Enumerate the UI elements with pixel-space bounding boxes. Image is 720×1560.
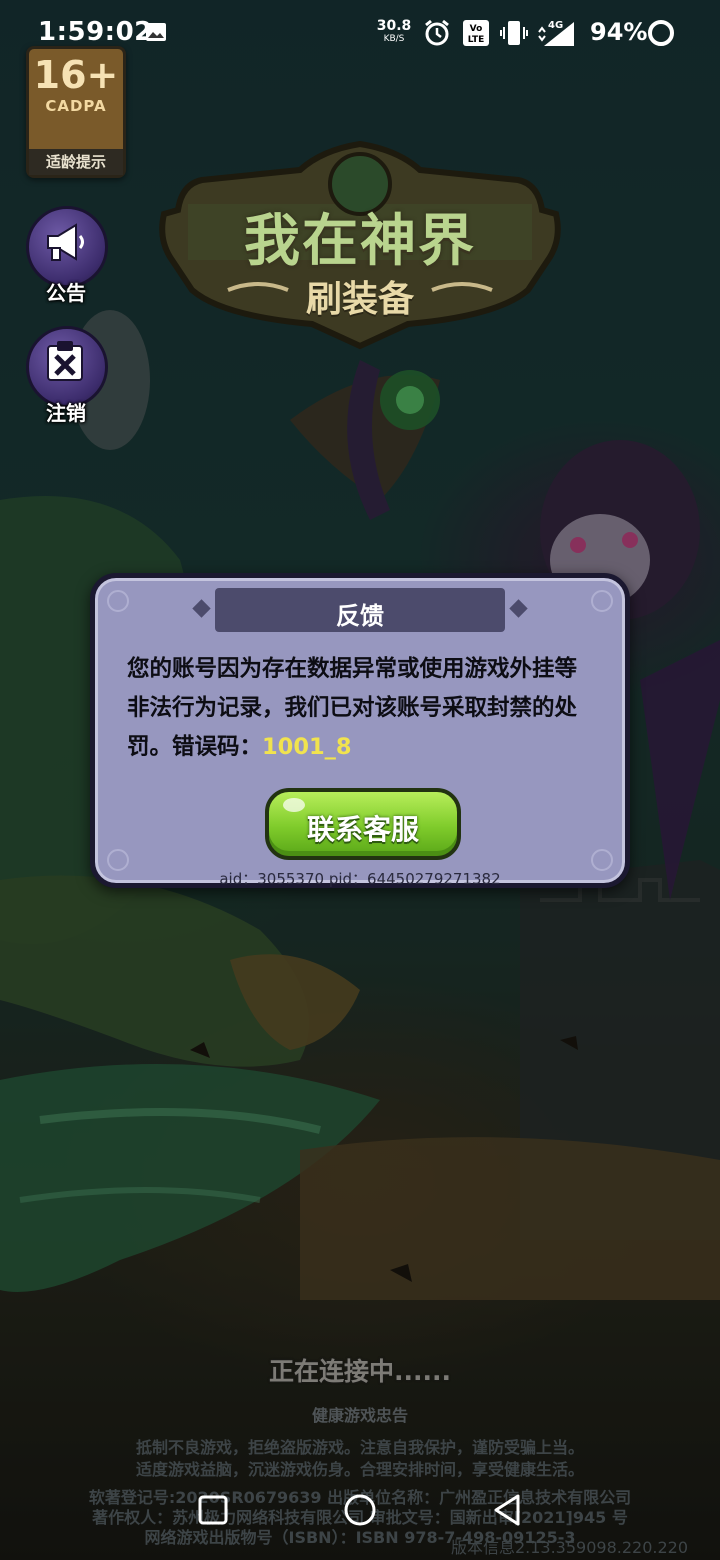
contact-support-label: 联系客服: [306, 813, 419, 846]
alarm-icon: [425, 19, 449, 46]
megaphone-icon: [47, 223, 84, 261]
dialog-message: 您的账号因为存在数据异常或使用游戏外挂等非法行为记录，我们已对该账号采取封禁的处…: [127, 650, 597, 767]
dialog-title: 反馈: [336, 602, 384, 630]
account-ids: aid：3055370 pid：64450279271382: [219, 870, 501, 888]
game-logo: 我在神界 刷装备: [158, 140, 562, 350]
corner-ornament: [591, 590, 613, 612]
recents-button[interactable]: [193, 1490, 233, 1530]
battery-percent: 94%: [590, 18, 648, 46]
corner-ornament: [107, 590, 129, 612]
home-button[interactable]: [340, 1490, 380, 1530]
cancel-account-icon: [47, 341, 83, 381]
contact-support-button[interactable]: 联系客服: [265, 788, 461, 860]
logo-subtitle: 刷装备: [305, 279, 414, 320]
clock: 1:59:02: [38, 17, 153, 47]
cancel-account-button[interactable]: 注销: [24, 326, 108, 425]
health-advice-title: 健康游戏忠告: [311, 1406, 408, 1425]
network-speed: 30.8 KB/S: [376, 18, 412, 44]
back-button[interactable]: [488, 1490, 528, 1530]
battery-icon: [648, 20, 674, 46]
navigation-bar: [0, 1456, 720, 1560]
svg-text:LTE: LTE: [468, 35, 485, 45]
signal-icon: 4G: [538, 20, 574, 46]
feedback-dialog: 反馈 您的账号因为存在数据异常或使用游戏外挂等非法行为记录，我们已对该账号采取封…: [90, 573, 630, 888]
logo-title: 我在神界: [244, 209, 476, 274]
announcement-label: 公告: [46, 281, 86, 305]
age-rating-label: 适龄提示: [29, 149, 123, 175]
ban-message-text: 您的账号因为存在数据异常或使用游戏外挂等非法行为记录，我们已对该账号采取封禁的处…: [127, 656, 578, 760]
age-rating-org: CADPA: [45, 97, 107, 115]
dialog-title-bar: 反馈: [215, 588, 505, 632]
svg-text:4G: 4G: [548, 20, 563, 31]
status-bar: 1:59:02 30.8 KB/S Vo LTE 4G 94%: [0, 0, 720, 68]
connecting-status: 正在连接中......: [269, 1357, 451, 1386]
error-code: 1001_8: [262, 734, 352, 760]
volte-icon: Vo LTE: [463, 20, 489, 46]
gallery-icon: [146, 23, 166, 41]
health-advice-line: 抵制不良游戏，拒绝盗版游戏。注意自我保护，谨防受骗上当。: [135, 1438, 584, 1457]
announcement-button[interactable]: 公告: [24, 206, 108, 305]
vibrate-icon: [500, 21, 528, 45]
cancel-account-label: 注销: [46, 401, 86, 425]
svg-text:Vo: Vo: [470, 24, 483, 34]
